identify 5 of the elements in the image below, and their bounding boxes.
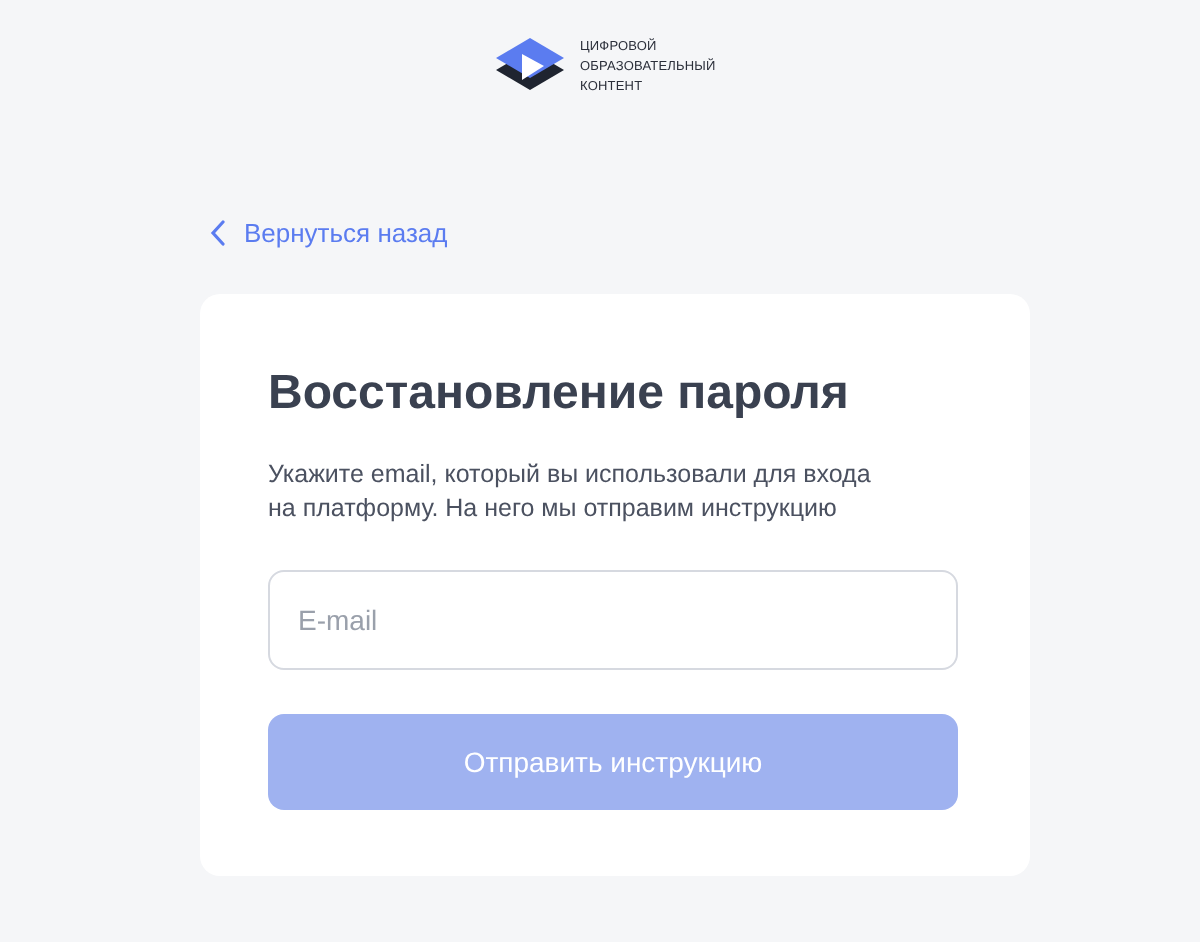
description-text: Укажите email, который вы использовали для входа на платформу. На него мы отправим инструкцию	[268, 458, 873, 526]
chevron-left-icon	[210, 220, 226, 246]
email-field[interactable]: E-mail	[268, 570, 958, 670]
card-title: Восстановление пароля	[268, 366, 851, 422]
back-link[interactable]: Вернуться назад	[210, 218, 448, 248]
